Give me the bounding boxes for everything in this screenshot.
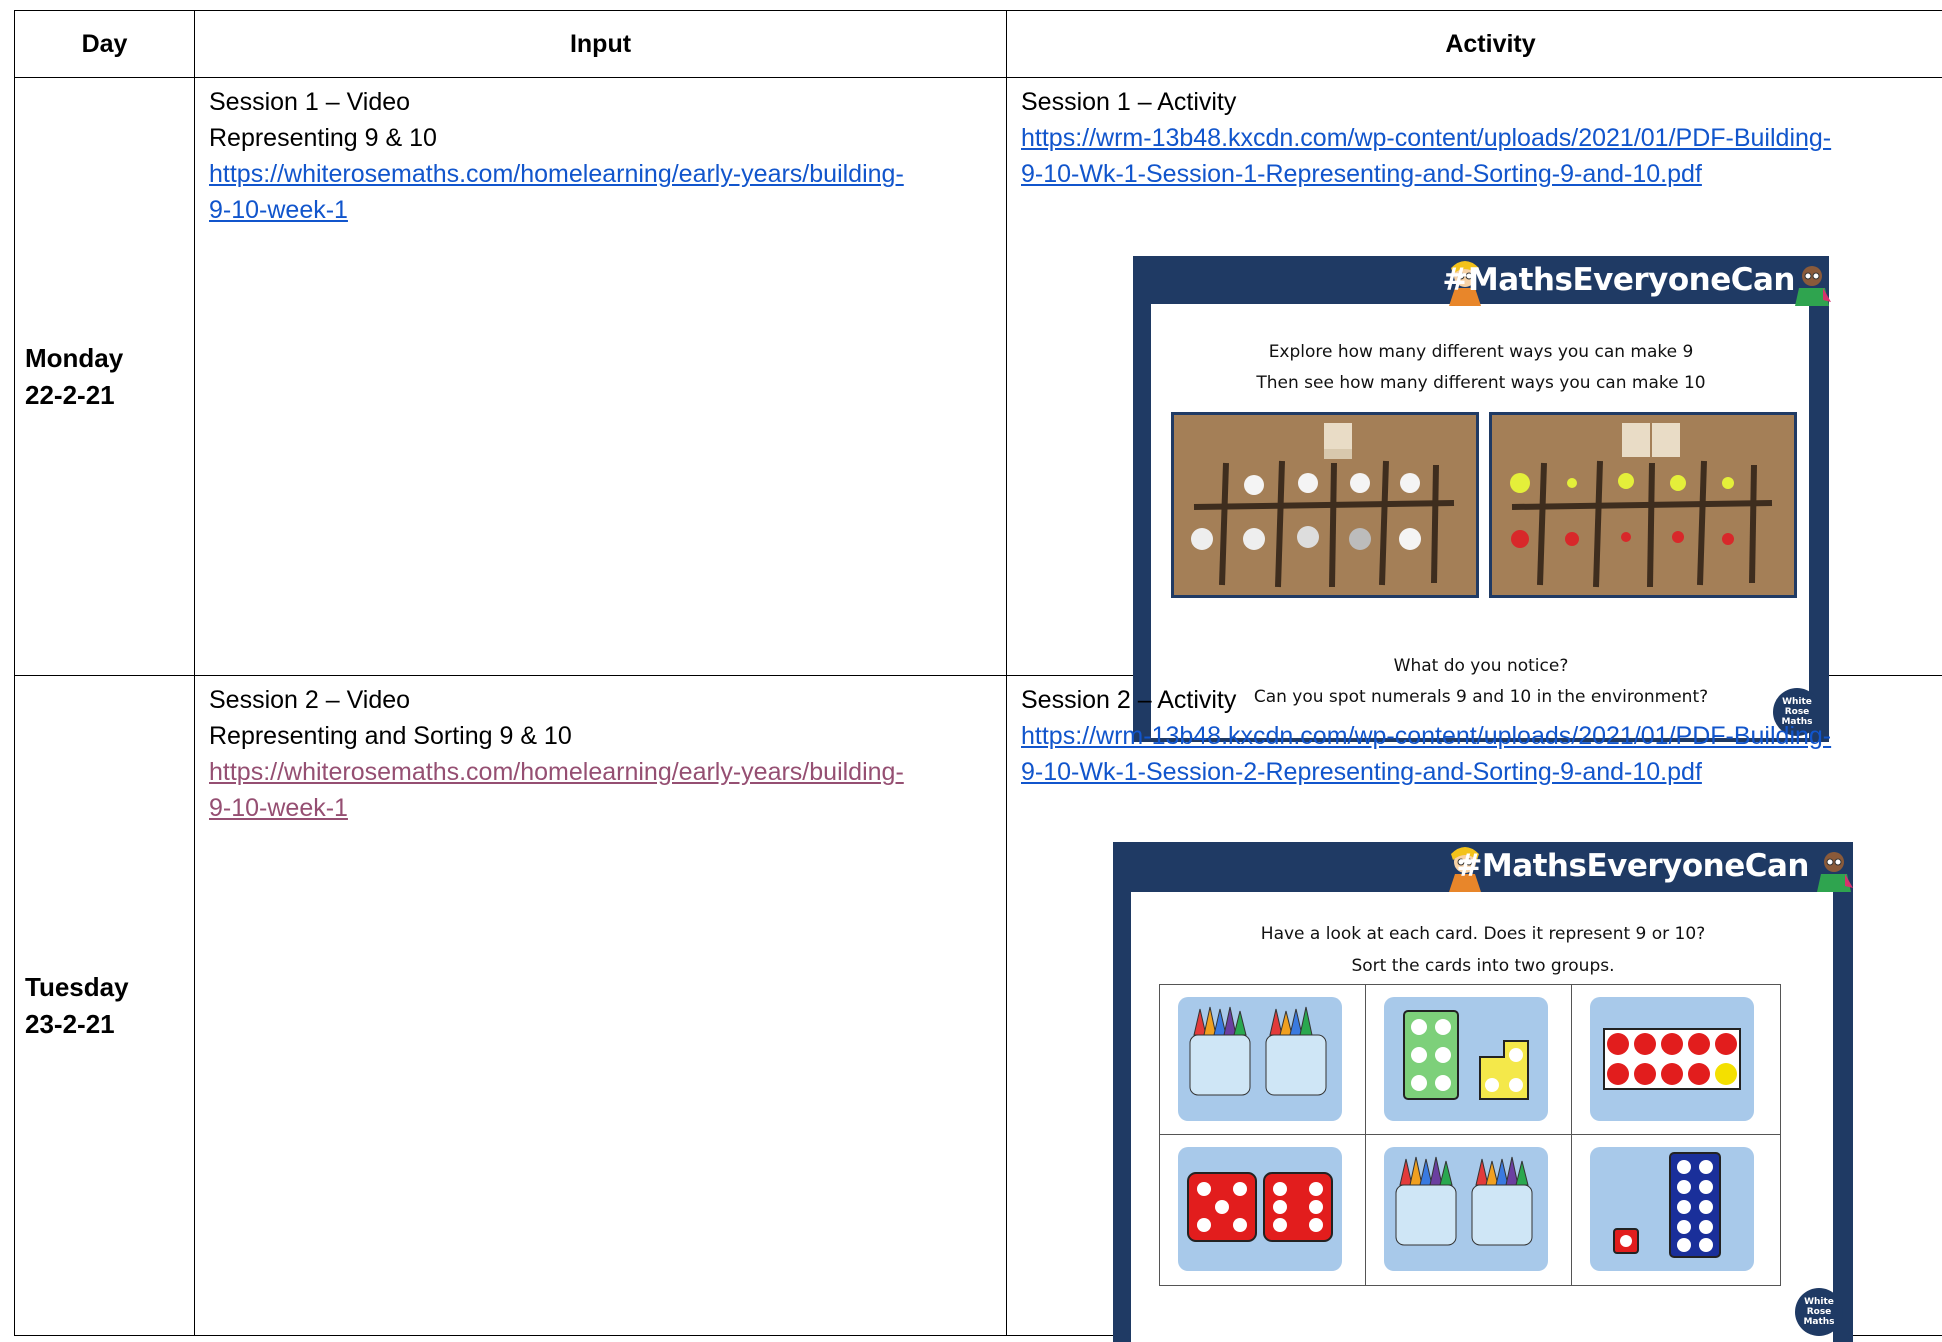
activity-slide-image: #MathsEveryoneCan Explore how many diffe… — [1133, 256, 1829, 742]
card-numicon-blue — [1571, 1134, 1781, 1286]
slide-line-2: Then see how many different ways you can… — [1133, 373, 1829, 393]
activity-cell: Session 2 – Activity https://wrm-13b48.k… — [1007, 676, 1942, 1336]
sorting-cards-grid — [1159, 984, 1779, 1284]
tens-frame-photo-10 — [1489, 412, 1797, 598]
header-activity: Activity — [1007, 11, 1942, 78]
card-ten-frame-counters — [1571, 984, 1781, 1136]
lesson-plan-table: Day Input Activity Monday 22-2-21 Sessio… — [14, 10, 1942, 1336]
session-label: Session 1 – Video — [209, 84, 996, 120]
tens-frame-photo-9 — [1171, 412, 1479, 598]
slide-line-1: Explore how many different ways you can … — [1133, 342, 1829, 362]
day-cell: Tuesday 23-2-21 — [15, 676, 195, 1336]
brand-hashtag: #MathsEveryoneCan — [1442, 262, 1795, 298]
slide-line-3: What do you notice? — [1133, 656, 1829, 676]
card-tens-frame-green-yellow — [1365, 984, 1573, 1136]
activity-link-line-2: 9-10-Wk-1-Session-2-Representing-and-Sor… — [1021, 754, 1942, 790]
activity-label: Session 1 – Activity — [1021, 84, 1942, 120]
activity-pdf-link[interactable]: https://wrm-13b48.kxcdn.com/wp-content/u… — [1021, 718, 1942, 790]
day-name: Monday — [25, 340, 194, 377]
video-link[interactable]: https://whiterosemaths.com/homelearning/… — [209, 754, 996, 826]
card-pencil-pots-2 — [1365, 1134, 1573, 1286]
session-title: Representing and Sorting 9 & 10 — [209, 718, 996, 754]
header-row: Day Input Activity — [15, 11, 1942, 78]
activity-link-line-1: https://wrm-13b48.kxcdn.com/wp-content/u… — [1021, 718, 1942, 754]
mascot-boy-icon — [1815, 848, 1853, 894]
day-cell: Monday 22-2-21 — [15, 78, 195, 676]
header-input: Input — [195, 11, 1007, 78]
activity-pdf-link[interactable]: https://wrm-13b48.kxcdn.com/wp-content/u… — [1021, 120, 1942, 192]
day-date: 22-2-21 — [25, 377, 194, 414]
video-link[interactable]: https://whiterosemaths.com/homelearning/… — [209, 156, 996, 228]
pencil-pots-icon — [1384, 1147, 1548, 1271]
input-cell: Session 2 – Video Representing and Sorti… — [195, 676, 1007, 1336]
activity-link-line-1: https://wrm-13b48.kxcdn.com/wp-content/u… — [1021, 120, 1942, 156]
brand-hashtag: #MathsEveryoneCan — [1456, 848, 1809, 884]
table-row-monday: Monday 22-2-21 Session 1 – Video Represe… — [15, 78, 1942, 676]
card-dice — [1159, 1134, 1367, 1286]
video-link-line-2: 9-10-week-1 — [209, 192, 996, 228]
mascot-boy-icon — [1793, 262, 1831, 308]
numicon-icon — [1590, 1147, 1754, 1271]
session-label: Session 2 – Video — [209, 682, 996, 718]
header-day: Day — [15, 11, 195, 78]
ten-frame-icon — [1590, 997, 1754, 1121]
slide-line-1: Have a look at each card. Does it repres… — [1113, 924, 1853, 944]
video-link-line-1: https://whiterosemaths.com/homelearning/… — [209, 156, 996, 192]
numicon-icon — [1384, 997, 1548, 1121]
input-cell: Session 1 – Video Representing 9 & 10 ht… — [195, 78, 1007, 676]
sticks-and-buttons-icon — [1492, 415, 1794, 595]
day-date: 23-2-21 — [25, 1006, 194, 1043]
activity-cell: Session 1 – Activity https://wrm-13b48.k… — [1007, 78, 1942, 676]
card-pencil-pots — [1159, 984, 1367, 1136]
activity-link-line-2: 9-10-Wk-1-Session-1-Representing-and-Sor… — [1021, 156, 1942, 192]
slide-line-2: Sort the cards into two groups. — [1113, 956, 1853, 976]
sticks-and-counters-icon — [1174, 415, 1476, 595]
activity-label: Session 2 – Activity — [1021, 682, 1942, 718]
pencil-pots-icon — [1178, 997, 1342, 1121]
video-link-line-1: https://whiterosemaths.com/homelearning/… — [209, 754, 996, 790]
activity-slide-image: #MathsEveryoneCan Have a look at each ca… — [1113, 842, 1853, 1342]
dice-icon — [1178, 1147, 1342, 1271]
session-title: Representing 9 & 10 — [209, 120, 996, 156]
white-rose-maths-logo: White Rose Maths — [1795, 1288, 1843, 1336]
video-link-line-2: 9-10-week-1 — [209, 790, 996, 826]
day-name: Tuesday — [25, 969, 194, 1006]
table-row-tuesday: Tuesday 23-2-21 Session 2 – Video Repres… — [15, 676, 1942, 1336]
